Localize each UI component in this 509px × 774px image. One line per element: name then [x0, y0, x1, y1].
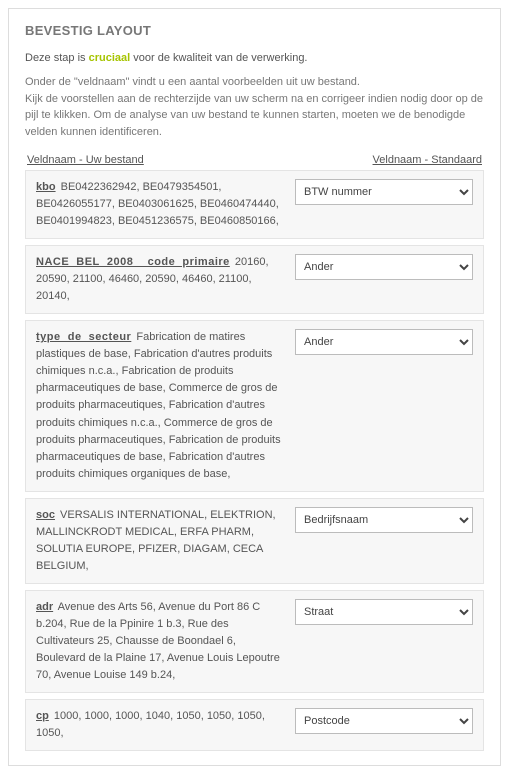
mapping-select[interactable]: Bedrijfsnaam [295, 507, 473, 533]
field-mapping-row: NACE BEL 2008 code primaire 20160, 20590… [25, 245, 484, 314]
mapping-select[interactable]: BTW nummer [295, 179, 473, 205]
field-example-values: BE0422362942, BE0479354501, BE0426055177… [36, 181, 279, 227]
mapping-cell: Bedrijfsnaam [295, 507, 473, 575]
rows-container: kbo BE0422362942, BE0479354501, BE042605… [25, 170, 484, 751]
confirm-layout-panel: BEVESTIG LAYOUT Deze stap is cruciaal vo… [8, 8, 501, 766]
instr-line2: Kijk de voorstellen aan de rechterzijde … [25, 93, 483, 138]
column-headers: Veldnaam - Uw bestand Veldnaam - Standaa… [25, 154, 484, 166]
mapping-cell: Ander [295, 329, 473, 482]
mapping-cell: Ander [295, 254, 473, 305]
mapping-select[interactable]: Ander [295, 329, 473, 355]
mapping-cell: BTW nummer [295, 179, 473, 230]
field-name: NACE BEL 2008 code primaire [36, 256, 230, 268]
field-mapping-row: kbo BE0422362942, BE0479354501, BE042605… [25, 170, 484, 239]
mapping-cell: Postcode [295, 708, 473, 742]
field-name: type de secteur [36, 331, 131, 343]
field-mapping-row: adr Avenue des Arts 56, Avenue du Port 8… [25, 590, 484, 693]
field-examples: kbo BE0422362942, BE0479354501, BE042605… [36, 179, 281, 230]
header-left: Veldnaam - Uw bestand [27, 154, 144, 166]
field-name: kbo [36, 181, 56, 193]
mapping-select[interactable]: Postcode [295, 708, 473, 734]
field-example-values: VERSALIS INTERNATIONAL, ELEKTRION, MALLI… [36, 509, 276, 572]
field-mapping-row: type de secteur Fabrication de matires p… [25, 320, 484, 491]
field-examples: soc VERSALIS INTERNATIONAL, ELEKTRION, M… [36, 507, 281, 575]
mapping-select[interactable]: Straat [295, 599, 473, 625]
field-examples: type de secteur Fabrication de matires p… [36, 329, 281, 482]
field-examples: NACE BEL 2008 code primaire 20160, 20590… [36, 254, 281, 305]
field-example-values: Fabrication de matires plastiques de bas… [36, 331, 281, 479]
intro-crucial: cruciaal [89, 52, 131, 64]
mapping-select[interactable]: Ander [295, 254, 473, 280]
field-mapping-row: soc VERSALIS INTERNATIONAL, ELEKTRION, M… [25, 498, 484, 584]
page-title: BEVESTIG LAYOUT [25, 23, 484, 38]
header-right: Veldnaam - Standaard [373, 154, 482, 166]
mapping-cell: Straat [295, 599, 473, 684]
field-name: cp [36, 710, 49, 722]
field-name: adr [36, 601, 53, 613]
field-examples: adr Avenue des Arts 56, Avenue du Port 8… [36, 599, 281, 684]
field-examples: cp 1000, 1000, 1000, 1040, 1050, 1050, 1… [36, 708, 281, 742]
instructions: Onder de "veldnaam" vindt u een aantal v… [25, 74, 484, 140]
instr-line1: Onder de "veldnaam" vindt u een aantal v… [25, 76, 360, 88]
intro-post: voor de kwaliteit van de verwerking. [130, 52, 307, 64]
intro-pre: Deze stap is [25, 52, 89, 64]
field-example-values: Avenue des Arts 56, Avenue du Port 86 C … [36, 601, 280, 681]
intro-text: Deze stap is cruciaal voor de kwaliteit … [25, 52, 484, 64]
field-example-values: 1000, 1000, 1000, 1040, 1050, 1050, 1050… [36, 710, 265, 739]
field-mapping-row: cp 1000, 1000, 1000, 1040, 1050, 1050, 1… [25, 699, 484, 751]
field-name: soc [36, 509, 55, 521]
